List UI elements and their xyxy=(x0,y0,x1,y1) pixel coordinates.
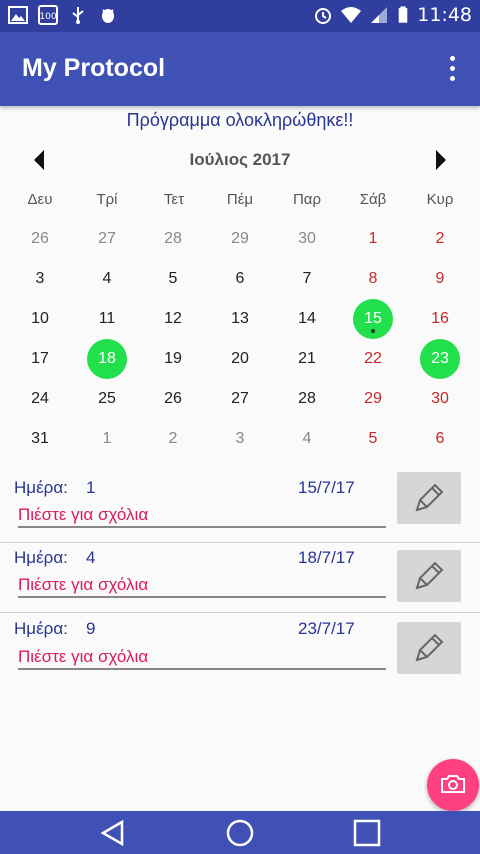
alarm-icon xyxy=(315,8,332,24)
image-icon xyxy=(8,6,28,24)
weekday-fri: Παρ xyxy=(292,191,322,208)
day-number: 9 xyxy=(86,619,96,638)
status-bar: 100 11:48 xyxy=(0,0,480,32)
calendar-day[interactable]: 11 xyxy=(87,299,127,339)
protocol-entry: Ημέρα: 4 18/7/17 xyxy=(0,542,480,612)
weekday-sat: Σάβ xyxy=(359,191,387,208)
overflow-menu-icon[interactable] xyxy=(442,56,462,84)
calendar-day[interactable]: 4 xyxy=(87,259,127,299)
calendar-day[interactable]: 24 xyxy=(20,379,60,419)
calendar-day[interactable]: 18 xyxy=(87,339,127,379)
calendar-day[interactable]: 1 xyxy=(87,419,127,459)
home-icon[interactable] xyxy=(226,819,254,847)
weekday-thu: Πέμ xyxy=(226,191,254,208)
calendar-day[interactable]: 17 xyxy=(20,339,60,379)
calendar-day[interactable]: 27 xyxy=(220,379,260,419)
day-number: 4 xyxy=(86,548,96,567)
calendar-day[interactable]: 23 xyxy=(420,339,460,379)
calendar-day[interactable]: 2 xyxy=(420,219,460,259)
chevron-right-icon[interactable] xyxy=(430,148,450,172)
day-label: Ημέρα: xyxy=(14,478,68,497)
day-number: 1 xyxy=(86,478,96,497)
calendar-day[interactable]: 2 xyxy=(153,419,193,459)
calendar-day[interactable]: 26 xyxy=(20,219,60,259)
weekday-tue: Τρί xyxy=(96,191,118,208)
edit-button[interactable] xyxy=(397,550,461,602)
back-icon[interactable] xyxy=(98,819,128,847)
calendar-day[interactable]: 3 xyxy=(220,419,260,459)
calendar-day[interactable]: 13 xyxy=(220,299,260,339)
calendar-day[interactable]: 16 xyxy=(420,299,460,339)
app-title: My Protocol xyxy=(22,54,166,82)
day-label: Ημέρα: xyxy=(14,548,68,567)
svg-text:100: 100 xyxy=(39,12,56,22)
entry-date: 18/7/17 xyxy=(298,548,355,567)
calendar-day[interactable]: 20 xyxy=(220,339,260,379)
battery-icon xyxy=(398,6,408,23)
comment-input[interactable] xyxy=(18,646,386,670)
signal-icon xyxy=(371,7,388,23)
android-debug-icon xyxy=(102,9,114,23)
calendar-day[interactable]: 21 xyxy=(287,339,327,379)
calendar-day[interactable]: 31 xyxy=(20,419,60,459)
status-time: 11:48 xyxy=(417,4,472,26)
calendar-day[interactable]: 1 xyxy=(353,219,393,259)
calendar-day[interactable]: 9 xyxy=(420,259,460,299)
comment-input[interactable] xyxy=(18,574,386,598)
calendar-day[interactable]: 30 xyxy=(287,219,327,259)
calendar-day[interactable]: 12 xyxy=(153,299,193,339)
pencil-icon xyxy=(415,483,444,511)
calendar-day[interactable]: 22 xyxy=(353,339,393,379)
calendar-day[interactable]: 5 xyxy=(353,419,393,459)
calendar-day[interactable]: 10 xyxy=(20,299,60,339)
calendar-day[interactable]: 6 xyxy=(420,419,460,459)
calendar-day[interactable]: 19 xyxy=(153,339,193,379)
calendar-day[interactable]: 14 xyxy=(287,299,327,339)
calendar-day[interactable]: 27 xyxy=(87,219,127,259)
calendar-day[interactable]: 28 xyxy=(287,379,327,419)
calendar-day[interactable]: 30 xyxy=(420,379,460,419)
calendar-day[interactable]: 4 xyxy=(287,419,327,459)
edit-button[interactable] xyxy=(397,622,461,674)
calendar-day[interactable]: 29 xyxy=(353,379,393,419)
entry-date: 15/7/17 xyxy=(298,478,355,497)
calendar-day[interactable]: 25 xyxy=(87,379,127,419)
protocol-entry: Ημέρα: 9 23/7/17 xyxy=(0,613,480,683)
system-nav-bar xyxy=(0,811,480,854)
pencil-icon xyxy=(415,633,444,661)
entry-date: 23/7/17 xyxy=(298,619,355,638)
wifi-icon xyxy=(341,7,362,23)
completed-message: Πρόγραμμα ολοκληρώθηκε!! xyxy=(126,110,354,130)
calendar-day[interactable]: 6 xyxy=(220,259,260,299)
weekday-wed: Τετ xyxy=(163,191,185,208)
calendar-day[interactable]: 3 xyxy=(20,259,60,299)
usb-icon xyxy=(72,7,84,24)
pencil-icon xyxy=(415,561,444,589)
hundred-icon: 100 xyxy=(38,5,58,25)
protocol-entry: Ημέρα: 1 15/7/17 xyxy=(0,472,480,542)
recents-icon[interactable] xyxy=(353,819,381,847)
calendar-header: Ιούλιος 2017 xyxy=(0,146,480,174)
weekday-sun: Κυρ xyxy=(426,191,454,208)
calendar-day[interactable]: 7 xyxy=(287,259,327,299)
weekday-mon: Δευ xyxy=(27,191,53,208)
calendar-day[interactable]: 28 xyxy=(153,219,193,259)
event-dot xyxy=(371,329,375,333)
edit-button[interactable] xyxy=(397,472,461,524)
calendar-day[interactable]: 26 xyxy=(153,379,193,419)
calendar-day[interactable]: 8 xyxy=(353,259,393,299)
month-title: Ιούλιος 2017 xyxy=(189,150,291,169)
camera-icon xyxy=(441,774,465,793)
calendar-day[interactable]: 15 xyxy=(353,299,393,339)
app-bar: My Protocol xyxy=(0,32,480,106)
day-label: Ημέρα: xyxy=(14,619,68,638)
comment-input[interactable] xyxy=(18,504,386,528)
calendar-day[interactable]: 29 xyxy=(220,219,260,259)
calendar-day[interactable]: 5 xyxy=(153,259,193,299)
camera-button[interactable] xyxy=(427,759,479,811)
